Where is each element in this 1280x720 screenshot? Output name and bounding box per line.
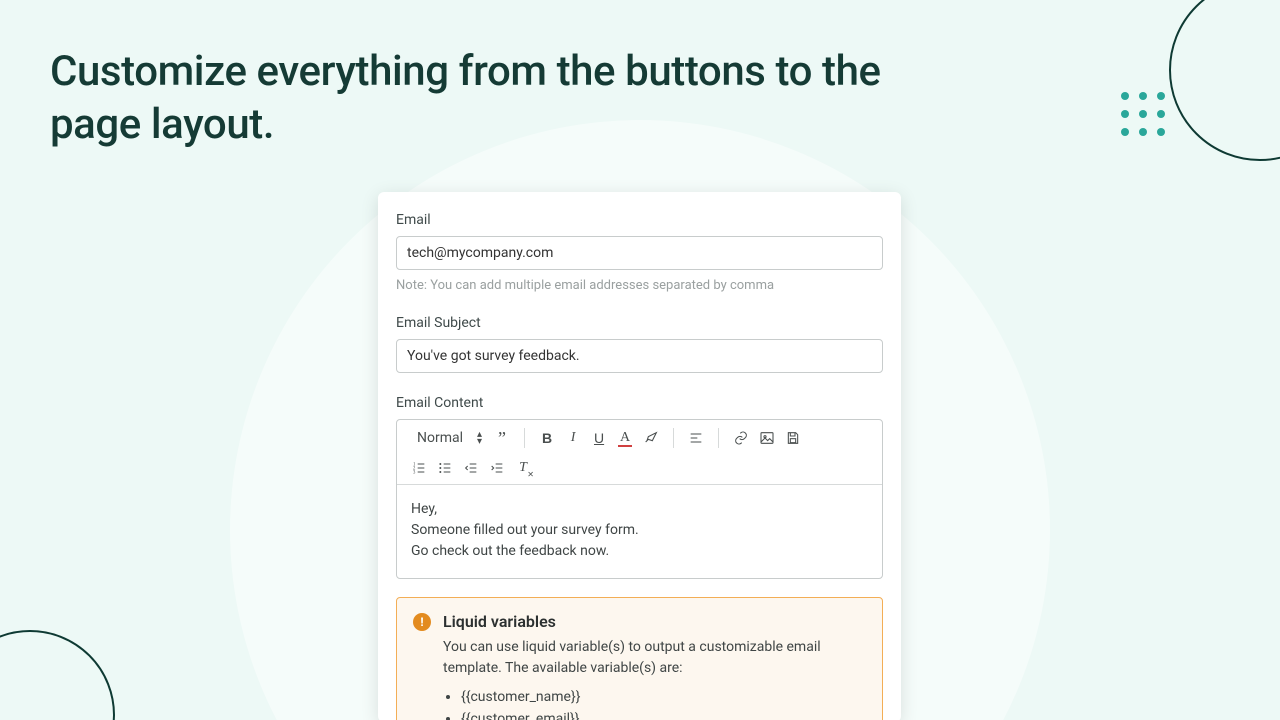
rich-text-editor: Normal ▴▾ ” B I U A bbox=[396, 419, 883, 579]
paragraph-style-label: Normal bbox=[417, 430, 463, 446]
liquid-variables-notice: ! Liquid variables You can use liquid va… bbox=[396, 597, 883, 720]
underline-button[interactable]: U bbox=[587, 426, 611, 450]
select-arrows-icon: ▴▾ bbox=[477, 431, 482, 445]
email-input[interactable] bbox=[396, 236, 883, 270]
page-heading: Customize everything from the buttons to… bbox=[50, 46, 980, 151]
blockquote-button[interactable]: ” bbox=[490, 426, 514, 450]
ordered-list-button[interactable]: 123 bbox=[407, 456, 431, 480]
content-label: Email Content bbox=[396, 395, 883, 411]
liquid-variable-list: {{customer_name}} {{customer_email}} {{s… bbox=[461, 689, 866, 720]
toolbar-separator bbox=[673, 428, 674, 448]
email-note: Note: You can add multiple email address… bbox=[396, 278, 883, 293]
toolbar-separator bbox=[524, 428, 525, 448]
editor-body[interactable]: Hey, Someone filled out your survey form… bbox=[397, 485, 882, 578]
decorative-arc bbox=[1080, 0, 1280, 180]
notice-description: You can use liquid variable(s) to output… bbox=[443, 637, 866, 679]
content-line: Hey, bbox=[411, 499, 868, 520]
bullet-list-button[interactable] bbox=[433, 456, 457, 480]
content-line: Go check out the feedback now. bbox=[411, 541, 868, 562]
info-icon: ! bbox=[413, 613, 431, 631]
toolbar-separator bbox=[718, 428, 719, 448]
indent-button[interactable] bbox=[485, 456, 509, 480]
text-color-button[interactable]: A bbox=[613, 426, 637, 450]
subject-input[interactable] bbox=[396, 339, 883, 373]
content-line: Someone filled out your survey form. bbox=[411, 520, 868, 541]
bold-button[interactable]: B bbox=[535, 426, 559, 450]
email-label: Email bbox=[396, 212, 883, 228]
liquid-variable-item: {{customer_name}} bbox=[461, 689, 866, 705]
liquid-variable-item: {{customer_email}} bbox=[461, 711, 866, 720]
decorative-circle-bl bbox=[0, 630, 115, 720]
svg-text:3: 3 bbox=[413, 470, 416, 475]
save-button[interactable] bbox=[781, 426, 805, 450]
email-settings-card: Email Note: You can add multiple email a… bbox=[378, 192, 901, 720]
italic-button[interactable]: I bbox=[561, 426, 585, 450]
paragraph-style-select[interactable]: Normal ▴▾ bbox=[407, 428, 488, 448]
clear-formatting-button[interactable]: T✕ bbox=[511, 456, 535, 480]
subject-label: Email Subject bbox=[396, 315, 883, 331]
highlight-button[interactable] bbox=[639, 426, 663, 450]
link-button[interactable] bbox=[729, 426, 753, 450]
align-button[interactable] bbox=[684, 426, 708, 450]
image-button[interactable] bbox=[755, 426, 779, 450]
decorative-dots bbox=[1121, 92, 1165, 136]
notice-title: Liquid variables bbox=[443, 612, 556, 631]
editor-toolbar: Normal ▴▾ ” B I U A bbox=[397, 420, 882, 485]
outdent-button[interactable] bbox=[459, 456, 483, 480]
